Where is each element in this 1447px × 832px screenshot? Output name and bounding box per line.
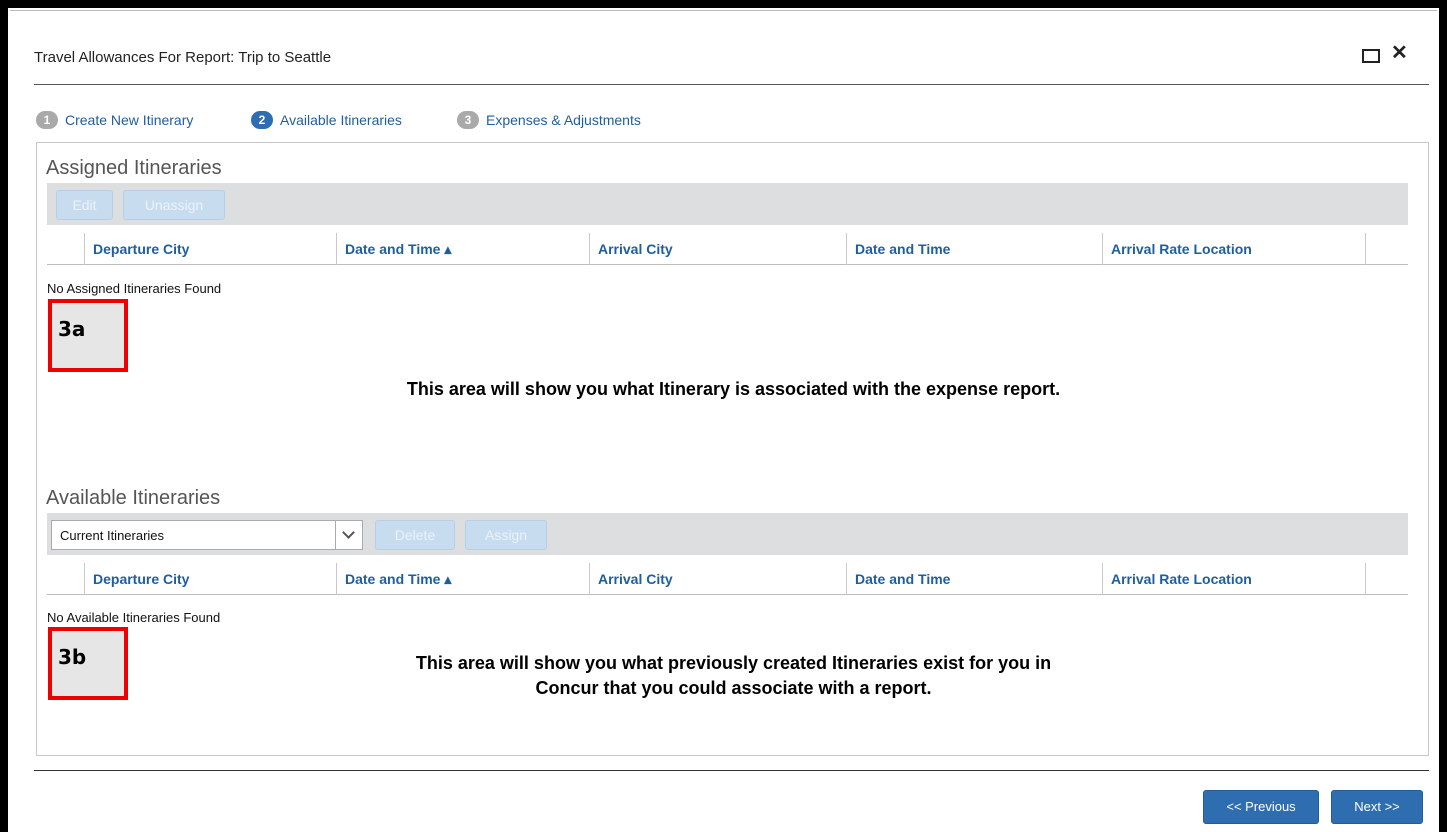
available-itineraries-heading: Available Itineraries [46,487,221,509]
step-label: Available Itineraries [280,112,402,128]
column-header-arrival-city[interactable]: Arrival City [589,233,846,265]
assigned-empty-message: No Assigned Itineraries Found [47,281,222,296]
footer-divider [34,770,1429,771]
available-description-line-2: Concur that you could associate with a r… [535,678,932,698]
column-header-departure-city[interactable]: Departure City [84,233,336,265]
column-header-arrival-rate-location[interactable]: Arrival Rate Location [1102,563,1366,595]
step-label: Create New Itinerary [65,112,194,128]
previous-button[interactable]: << Previous [1203,790,1319,824]
next-button[interactable]: Next >> [1331,790,1423,824]
callout-label: 3a [58,317,86,341]
dialog-title: Travel Allowances For Report: Trip to Se… [34,49,332,66]
step-create-new-itinerary[interactable]: 1 Create New Itinerary [36,111,193,129]
close-icon[interactable]: ✕ [1391,43,1408,63]
column-header-departure-city[interactable]: Departure City [84,563,336,595]
assigned-toolbar: Edit Unassign [47,183,1408,225]
column-header-arrival-date-time[interactable]: Date and Time [846,233,1102,265]
available-toolbar: Current Itineraries Delete Assign [47,513,1408,555]
chevron-down-icon[interactable] [335,521,362,549]
available-description-line-1: This area will show you what previously … [415,653,1052,673]
column-header-arrival-rate-location[interactable]: Arrival Rate Location [1102,233,1366,265]
step-available-itineraries[interactable]: 2 Available Itineraries [251,111,402,129]
assign-button[interactable]: Assign [465,520,547,550]
step-number: 2 [251,111,273,129]
available-empty-message: No Available Itineraries Found [47,610,221,625]
callout-3a: 3a [48,299,128,372]
column-header-departure-date-time[interactable]: Date and Time ▴ [336,563,589,595]
travel-allowances-dialog: Travel Allowances For Report: Trip to Se… [10,10,1437,832]
column-header-arrival-date-time[interactable]: Date and Time [846,563,1102,595]
step-expenses-adjustments[interactable]: 3 Expenses & Adjustments [457,111,641,129]
step-label: Expenses & Adjustments [486,112,641,128]
step-number: 3 [457,111,479,129]
available-table-header: Departure City Date and Time ▴ Arrival C… [47,563,1408,595]
column-header-departure-date-time[interactable]: Date and Time ▴ [336,233,589,265]
unassign-button[interactable]: Unassign [123,190,225,220]
itinerary-filter-value: Current Itineraries [60,528,165,543]
column-header-arrival-city[interactable]: Arrival City [589,563,846,595]
itinerary-filter-select[interactable]: Current Itineraries [51,520,363,550]
maximize-icon[interactable] [1362,49,1380,63]
step-number: 1 [36,111,58,129]
title-divider [34,84,1429,85]
assigned-table-header: Departure City Date and Time ▴ Arrival C… [47,233,1408,265]
itineraries-panel: Assigned Itineraries Edit Unassign Depar… [36,142,1429,756]
assigned-description: This area will show you what Itinerary i… [406,379,1061,399]
delete-button[interactable]: Delete [375,520,455,550]
assigned-itineraries-heading: Assigned Itineraries [46,157,222,179]
edit-button[interactable]: Edit [56,190,113,220]
